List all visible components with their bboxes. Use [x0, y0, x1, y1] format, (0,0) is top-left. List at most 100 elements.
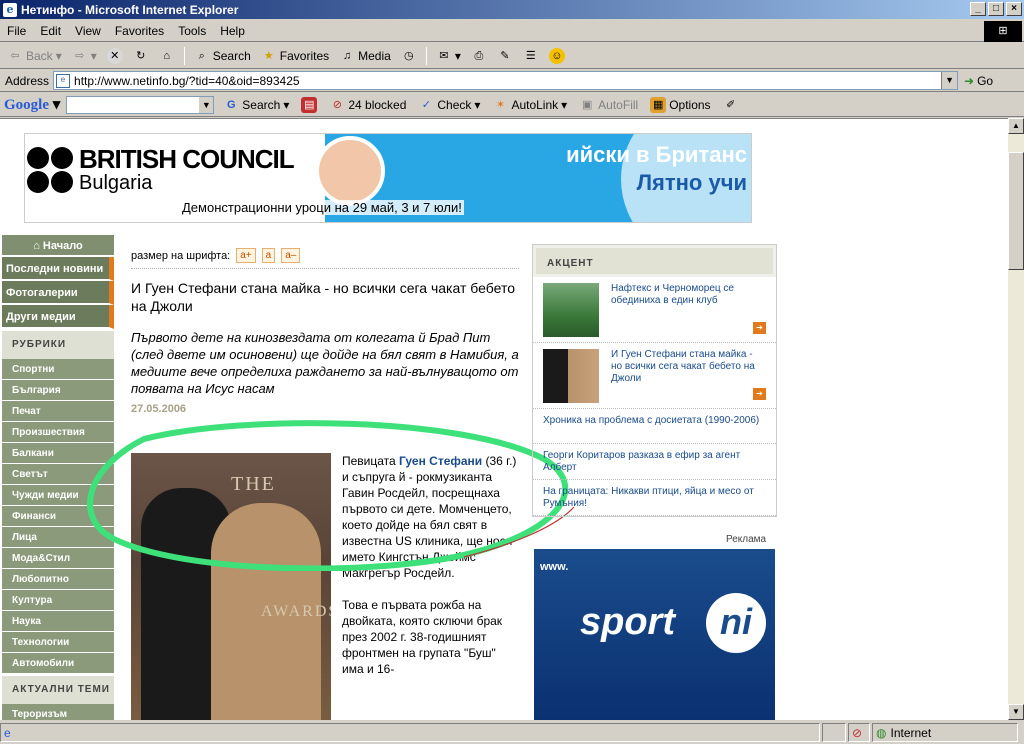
google-search-input[interactable]: ▼: [66, 95, 215, 114]
vertical-scrollbar[interactable]: ▲ ▼: [1008, 118, 1024, 720]
ad-label: Реклама: [726, 534, 767, 545]
history-button[interactable]: ◷: [398, 46, 420, 66]
options-icon: ▦: [650, 96, 667, 113]
address-dropdown-icon[interactable]: ▼: [941, 72, 958, 89]
home-button[interactable]: ⌂: [156, 46, 178, 66]
close-button[interactable]: ×: [1006, 2, 1022, 16]
nav-rubric-item[interactable]: Наука: [2, 611, 114, 632]
accent-thumbnail[interactable]: [543, 349, 599, 403]
spellcheck-button[interactable]: ✓ Check ▾: [415, 95, 483, 115]
banner-demo-text: Демонстрационни уроци на 29 май, 3 и 7 ю…: [180, 200, 464, 215]
windows-logo-icon: ⊞: [984, 21, 1022, 42]
discuss-button[interactable]: ☰: [520, 46, 542, 66]
autolink-icon: ✶: [495, 98, 506, 111]
nav-rubric-item[interactable]: Мода&Стил: [2, 548, 114, 569]
mail-button[interactable]: ✉ ▾: [433, 46, 464, 66]
address-url: http://www.netinfo.bg/?tid=40&oid=893425: [74, 73, 300, 88]
nav-rubric-item[interactable]: Печат: [2, 401, 114, 422]
font-decrease-button[interactable]: a–: [281, 248, 301, 263]
accent-link[interactable]: Хроника на проблема с досиетата (1990-20…: [533, 409, 776, 444]
menu-edit[interactable]: Edit: [33, 24, 68, 38]
messenger-button[interactable]: ☺: [546, 46, 568, 66]
nav-rubric-item[interactable]: България: [2, 380, 114, 401]
article-body: Певицата Гуен Стефани (36 г.) и съпруга …: [342, 454, 517, 676]
chevron-down-icon[interactable]: ▼: [199, 96, 214, 113]
nav-rubric-item[interactable]: Финанси: [2, 506, 114, 527]
edit-button[interactable]: ✎: [494, 46, 516, 66]
nav-rubric-item[interactable]: Чужди медии: [2, 485, 114, 506]
scroll-thumb[interactable]: [1008, 152, 1024, 270]
autofill-button[interactable]: ▣ AutoFill: [576, 95, 641, 115]
search-button[interactable]: ⌕ Search: [191, 46, 254, 66]
nav-topic-item[interactable]: Тероризъм: [2, 704, 114, 720]
nav-latest-news[interactable]: Последни новини: [2, 257, 114, 281]
article-photo[interactable]: THE AWARDS: [131, 453, 331, 720]
accent-thumbnail[interactable]: [543, 283, 599, 337]
accent-item-title[interactable]: И Гуен Стефани стана майка - но всички с…: [611, 349, 761, 404]
accent-header: АКЦЕНТ: [533, 245, 776, 277]
scroll-up-icon[interactable]: ▲: [1008, 118, 1024, 134]
stop-button[interactable]: ✕: [104, 46, 126, 66]
nav-rubric-item[interactable]: Технологии: [2, 632, 114, 653]
menu-tools[interactable]: Tools: [171, 24, 213, 38]
accent-item[interactable]: Нафтекс и Черноморец се обединиха в един…: [533, 277, 776, 343]
menu-favorites[interactable]: Favorites: [108, 24, 171, 38]
font-normal-button[interactable]: a: [261, 248, 276, 263]
google-logo[interactable]: Google ▾: [4, 95, 60, 114]
print-button[interactable]: ⎙: [468, 46, 490, 66]
security-zone: ◍ Internet: [872, 723, 1018, 742]
arrow-right-icon[interactable]: ➔: [753, 322, 766, 334]
accent-link[interactable]: На границата: Никакви птици, яйца и месо…: [533, 480, 776, 516]
accent-box: АКЦЕНТ Нафтекс и Черноморец се обединиха…: [532, 244, 777, 517]
highlight-button[interactable]: ✐: [720, 95, 742, 115]
minimize-button[interactable]: _: [970, 2, 986, 16]
refresh-button[interactable]: ↻: [130, 46, 152, 66]
address-field[interactable]: e http://www.netinfo.bg/?tid=40&oid=8934…: [53, 71, 959, 90]
home-icon: ⌂: [33, 240, 40, 252]
maximize-button[interactable]: □: [988, 2, 1004, 16]
nav-rubric-item[interactable]: Култура: [2, 590, 114, 611]
accent-item-title[interactable]: Нафтекс и Черноморец се обединиха в един…: [611, 283, 761, 338]
nav-rubric-item[interactable]: Автомобили: [2, 653, 114, 674]
star-icon: ★: [263, 50, 274, 62]
font-increase-button[interactable]: a+: [236, 248, 256, 263]
options-button[interactable]: ▦ Options: [647, 95, 713, 115]
favorites-button[interactable]: ★ Favorites: [258, 46, 332, 66]
page-icon: e: [56, 73, 71, 88]
autolink-button[interactable]: ✶ AutoLink ▾: [489, 95, 570, 115]
nav-other-media[interactable]: Други медии: [2, 305, 114, 329]
person-link[interactable]: Гуен Стефани: [399, 454, 482, 468]
article-lead: Първото дете на кинозвездата от колегата…: [131, 330, 519, 396]
nav-rubric-item[interactable]: Балкани: [2, 443, 114, 464]
british-council-banner[interactable]: BRITISH COUNCIL Bulgaria ийски в Британс…: [24, 133, 752, 223]
discuss-icon: ☰: [525, 50, 536, 62]
scroll-down-icon[interactable]: ▼: [1008, 704, 1024, 720]
back-button[interactable]: ⇦ Back ▾: [4, 46, 65, 66]
nav-rubric-item[interactable]: Произшествия: [2, 422, 114, 443]
google-search-button[interactable]: G Search ▾: [220, 95, 292, 115]
web-page[interactable]: BRITISH COUNCIL Bulgaria ийски в Британс…: [0, 118, 1008, 720]
nav-rubric-item[interactable]: Лица: [2, 527, 114, 548]
window-title: Нетинфо - Microsoft Internet Explorer: [21, 2, 239, 17]
arrow-right-icon[interactable]: ➔: [753, 388, 766, 400]
nav-rubric-item[interactable]: Любопитно: [2, 569, 114, 590]
menu-file[interactable]: File: [0, 24, 33, 38]
popup-blocker-button[interactable]: ⊘ 24 blocked: [326, 95, 409, 115]
forward-button[interactable]: ⇨ ▾: [69, 46, 100, 66]
autofill-icon: ▣: [581, 98, 593, 111]
left-navigation: ⌂ Начало Последни новини Фотогалерии Дру…: [2, 235, 114, 720]
nav-rubric-item[interactable]: Спортни: [2, 359, 114, 380]
menu-view[interactable]: View: [68, 24, 108, 38]
go-button[interactable]: ➜ Go: [964, 74, 993, 88]
pagerank-button[interactable]: ▤: [298, 95, 320, 115]
menu-help[interactable]: Help: [213, 24, 252, 38]
nav-home[interactable]: ⌂ Начало: [2, 235, 114, 257]
media-button[interactable]: ♫ Media: [336, 46, 394, 66]
banner-image: [315, 136, 385, 206]
nav-rubric-item[interactable]: Светът: [2, 464, 114, 485]
accent-link[interactable]: Георги Коритаров разказа в ефир за агент…: [533, 444, 776, 480]
accent-item[interactable]: И Гуен Стефани стана майка - но всички с…: [533, 343, 776, 409]
standard-toolbar: ⇦ Back ▾ ⇨ ▾ ✕ ↻ ⌂ ⌕ Search ★ Favorites ♫ Med…: [0, 44, 1024, 69]
sportni-ad[interactable]: www. sport ni: [534, 549, 775, 720]
nav-photo-galleries[interactable]: Фотогалерии: [2, 281, 114, 305]
